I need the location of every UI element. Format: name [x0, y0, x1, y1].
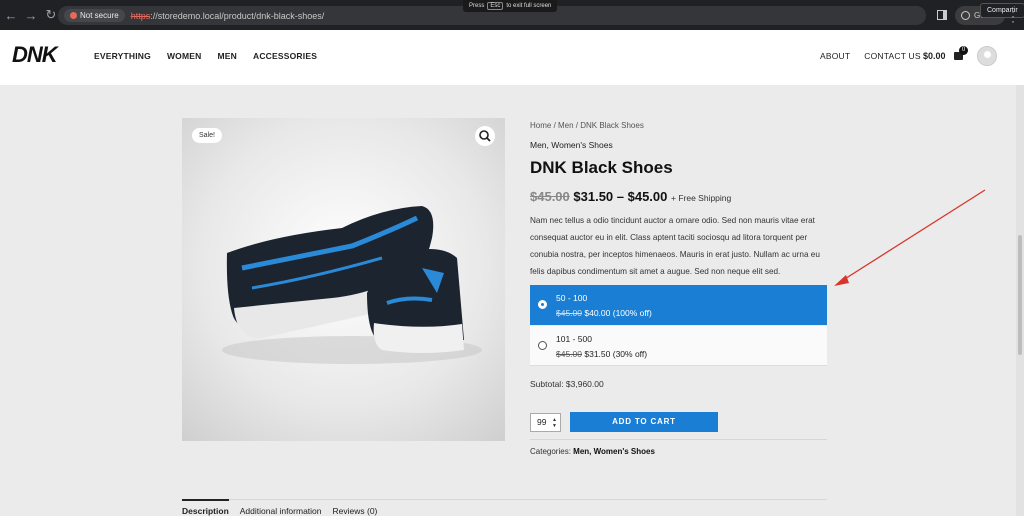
site-logo[interactable]: DNK — [12, 42, 58, 68]
product-price: $45.00 $31.50 – $45.00 + Free Shipping — [530, 189, 731, 204]
menu-icon[interactable]: · · · — [1011, 5, 1015, 27]
browser-toolbar: ← → ↻ Not secure https://storedemo.local… — [0, 0, 1024, 30]
product-image[interactable]: Sale! — [182, 118, 505, 441]
tier-price: $45.00 $31.50 (30% off) — [556, 349, 648, 359]
tab-additional-information[interactable]: Additional information — [240, 506, 322, 516]
side-panel-icon[interactable] — [937, 10, 947, 20]
product-categories-top[interactable]: Men, Women's Shoes — [530, 140, 613, 150]
product-categories: Categories: Men, Women's Shoes — [530, 447, 655, 456]
cart-count-badge: 0 — [959, 46, 968, 55]
avatar[interactable] — [977, 46, 997, 66]
price-range: $31.50 – $45.00 — [573, 189, 668, 204]
stepper-arrows-icon[interactable]: ▲ ▼ — [552, 417, 557, 429]
nav-everything[interactable]: EVERYTHING — [94, 51, 151, 61]
nav-contact-us[interactable]: CONTACT US — [864, 51, 920, 61]
tabs-divider — [182, 499, 827, 500]
nav-about[interactable]: ABOUT — [820, 51, 850, 61]
zoom-button[interactable] — [475, 126, 495, 146]
tier-range: 101 - 500 — [556, 334, 592, 344]
site-header: DNK EVERYTHING WOMEN MEN ACCESSORIES ABO… — [0, 30, 1024, 85]
secondary-nav: ABOUT CONTACT US — [820, 51, 921, 61]
profile-icon — [961, 11, 970, 20]
breadcrumb[interactable]: Home / Men / DNK Black Shoes — [530, 121, 644, 130]
warning-icon — [70, 12, 77, 19]
sale-badge: Sale! — [192, 128, 222, 143]
product-title: DNK Black Shoes — [530, 158, 673, 177]
forward-icon[interactable]: → — [22, 8, 40, 23]
page-scrollbar[interactable] — [1016, 85, 1024, 516]
tab-description[interactable]: Description — [182, 499, 229, 516]
nav-accessories[interactable]: ACCESSORIES — [253, 51, 317, 61]
tier-radio[interactable] — [538, 341, 547, 350]
security-indicator[interactable]: Not secure — [64, 9, 125, 22]
url-scheme: https — [130, 10, 151, 21]
add-to-cart-button[interactable]: ADD TO CART — [570, 412, 718, 432]
fullscreen-notice: Press Esc to exit full screen — [463, 0, 558, 12]
tier-range: 50 - 100 — [556, 293, 588, 303]
nav-men[interactable]: MEN — [217, 51, 237, 61]
subtotal: Subtotal: $3,960.00 — [530, 379, 604, 389]
product-tabs: Description Additional information Revie… — [182, 499, 378, 516]
price-tier-option[interactable]: 50 - 100 $45.00 $40.00 (100% off) — [530, 285, 827, 325]
price-original: $45.00 — [530, 189, 570, 204]
nav-women[interactable]: WOMEN — [167, 51, 202, 61]
share-tooltip: Compartir — [980, 3, 1024, 18]
price-tier-option[interactable]: 101 - 500 $45.00 $31.50 (30% off) — [530, 326, 827, 366]
cart-total[interactable]: $0.00 — [923, 51, 946, 61]
scrollbar-thumb[interactable] — [1018, 235, 1022, 355]
shoe-illustration — [222, 206, 482, 364]
product-description: Nam nec tellus a odio tincidunt auctor a… — [530, 216, 820, 276]
tier-radio-selected[interactable] — [538, 300, 547, 309]
search-icon — [479, 130, 491, 142]
quantity-stepper[interactable]: 99 ▲ ▼ — [530, 413, 561, 432]
main-nav: EVERYTHING WOMEN MEN ACCESSORIES — [94, 51, 317, 61]
tier-price: $45.00 $40.00 (100% off) — [556, 308, 652, 318]
divider — [530, 439, 827, 440]
url-text: ://storedemo.local/product/dnk-black-sho… — [150, 10, 325, 21]
tab-reviews[interactable]: Reviews (0) — [333, 506, 378, 516]
shipping-note: + Free Shipping — [671, 193, 732, 203]
back-icon[interactable]: ← — [2, 8, 20, 23]
